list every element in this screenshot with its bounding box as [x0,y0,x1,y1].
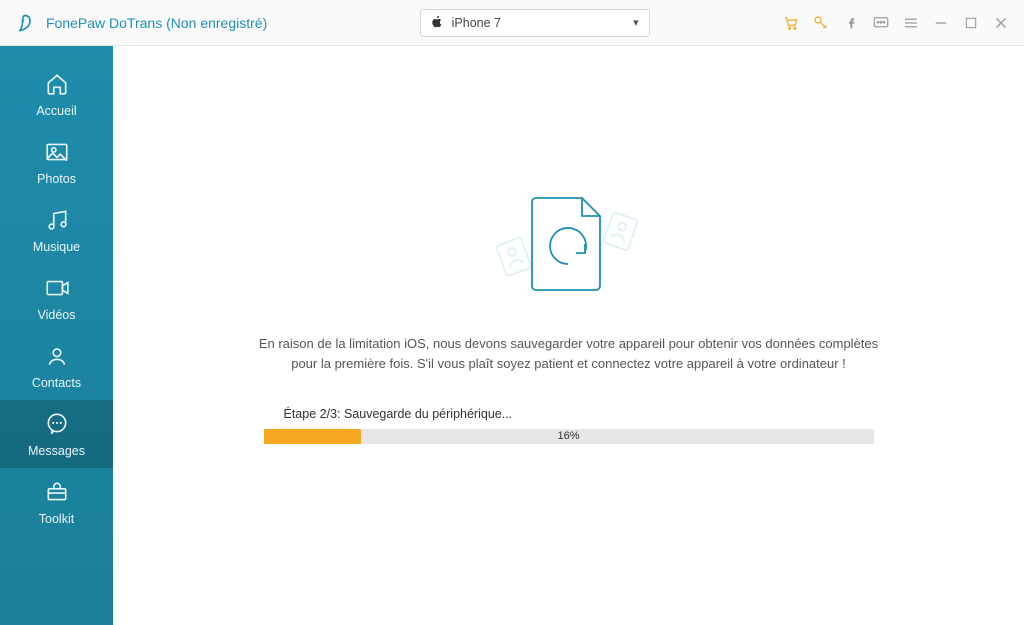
contacts-icon [43,342,71,370]
close-icon[interactable] [992,14,1010,32]
toolbar-icons [782,14,1014,32]
sidebar-item-label: Vidéos [38,308,76,322]
chevron-down-icon: ▾ [633,16,639,29]
sidebar-item-messages[interactable]: Messages [0,400,113,468]
sidebar-item-videos[interactable]: Vidéos [0,264,113,332]
sidebar-item-label: Photos [37,172,76,186]
titlebar: FonePaw DoTrans (Non enregistré) iPhone … [0,0,1024,46]
minimize-icon[interactable] [932,14,950,32]
facebook-icon[interactable] [842,14,860,32]
step-text: Étape 2/3: Sauvegarde du périphérique... [284,407,874,421]
apple-icon [431,15,444,31]
progress-bar: 16% [264,429,874,444]
key-icon[interactable] [812,14,830,32]
photos-icon [43,138,71,166]
maximize-icon[interactable] [962,14,980,32]
app-logo-icon [14,12,36,34]
cart-icon[interactable] [782,14,800,32]
info-line-1: En raison de la limitation iOS, nous dev… [259,336,878,351]
sidebar-item-label: Musique [33,240,80,254]
sidebar-item-home[interactable]: Accueil [0,60,113,128]
backup-illustration [499,186,639,306]
messages-icon [43,410,71,438]
sidebar-item-photos[interactable]: Photos [0,128,113,196]
info-text: En raison de la limitation iOS, nous dev… [259,334,878,373]
sidebar-item-toolkit[interactable]: Toolkit [0,468,113,536]
device-selector[interactable]: iPhone 7 ▾ [420,9,650,37]
toolkit-icon [43,478,71,506]
sidebar-item-label: Accueil [36,104,76,118]
music-icon [43,206,71,234]
feedback-icon[interactable] [872,14,890,32]
progress-label: 16% [264,429,874,444]
sidebar: Accueil Photos Musique Vidéos Contacts [0,46,113,625]
home-icon [43,70,71,98]
sidebar-item-contacts[interactable]: Contacts [0,332,113,400]
sidebar-item-label: Messages [28,444,85,458]
sidebar-item-label: Contacts [32,376,81,390]
app-title: FonePaw DoTrans (Non enregistré) [46,15,267,31]
device-name: iPhone 7 [452,16,501,30]
info-line-2: pour la première fois. S'il vous plaît s… [291,356,846,371]
sidebar-item-music[interactable]: Musique [0,196,113,264]
videos-icon [43,274,71,302]
main-panel: En raison de la limitation iOS, nous dev… [113,46,1024,625]
sidebar-item-label: Toolkit [39,512,74,526]
menu-icon[interactable] [902,14,920,32]
